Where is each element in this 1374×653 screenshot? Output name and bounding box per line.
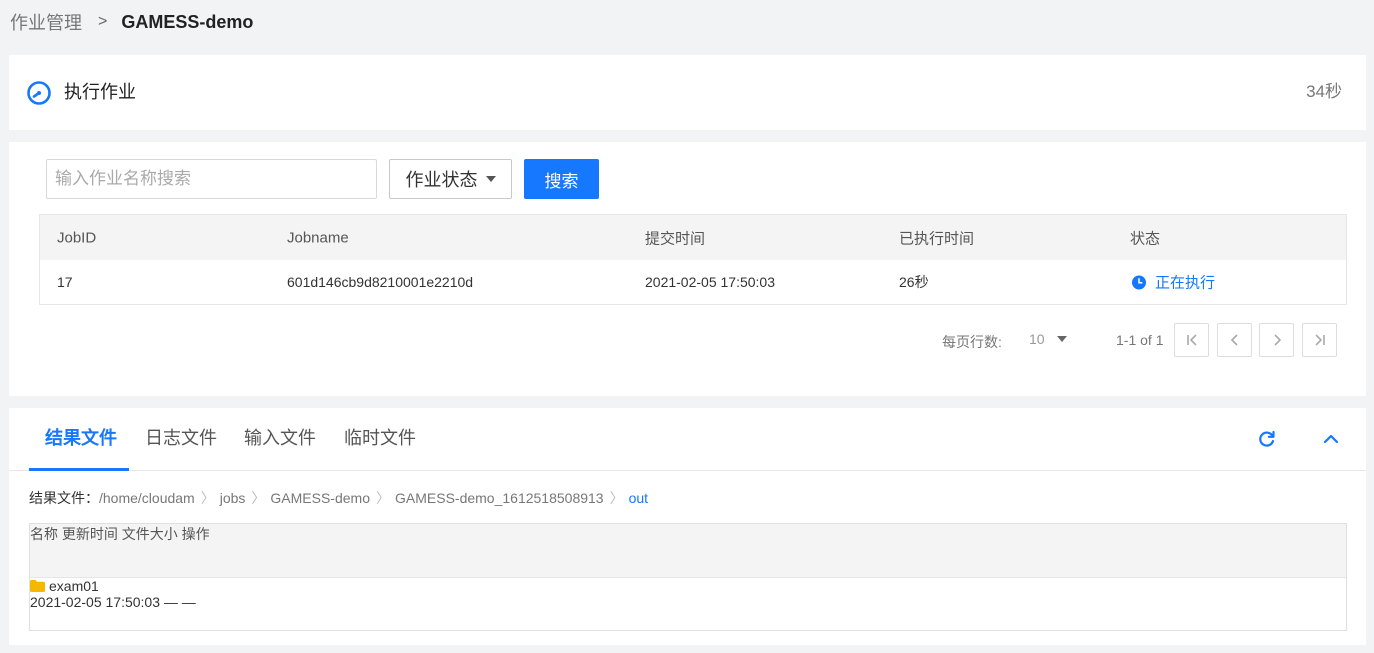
- first-page-icon: [1186, 334, 1197, 346]
- breadcrumb-current: GAMESS-demo: [121, 11, 254, 32]
- breadcrumb: 作业管理 > GAMESS-demo: [10, 10, 253, 34]
- job-status-label: 作业状态: [405, 170, 478, 190]
- rows-per-page-select[interactable]: 10: [1029, 331, 1067, 347]
- exec-title: 执行作业: [64, 82, 136, 102]
- clock-icon: [1132, 275, 1146, 289]
- job-submit-time: 2021-02-05 17:50:03: [645, 274, 775, 290]
- table-row[interactable]: exam01 2021-02-05 17:50:03 — —: [30, 578, 1346, 630]
- file-card: 结果文件 日志文件 输入文件 临时文件 结果文件： /home/cloudam …: [9, 408, 1366, 645]
- path-segment-current: out: [628, 490, 649, 506]
- refresh-icon[interactable]: [1257, 429, 1277, 449]
- job-name: 601d146cb9d8210001e2210d: [287, 274, 474, 290]
- file-name-cell[interactable]: exam01: [30, 578, 1346, 594]
- col-name: 名称: [30, 526, 58, 542]
- search-button[interactable]: 搜索: [524, 159, 599, 199]
- col-status: 状态: [1130, 230, 1161, 247]
- path-segment[interactable]: GAMESS-demo: [270, 490, 370, 506]
- file-size: —: [163, 594, 178, 610]
- chevron-right-icon: [1273, 334, 1281, 346]
- rows-per-page-value: 10: [1029, 331, 1045, 347]
- active-tab-indicator: [29, 468, 129, 471]
- chevron-up-icon[interactable]: [1321, 429, 1341, 449]
- exec-card: 执行作业 34秒: [9, 55, 1366, 130]
- tab-log-files[interactable]: 日志文件: [145, 427, 217, 449]
- job-status-select[interactable]: 作业状态: [389, 159, 512, 199]
- last-page-icon: [1314, 334, 1325, 346]
- rows-per-page-label: 每页行数:: [942, 334, 1002, 350]
- breadcrumb-separator: >: [98, 13, 108, 30]
- caret-down-icon: [1056, 336, 1067, 342]
- file-path-breadcrumb: 结果文件： /home/cloudam 〉 jobs 〉 GAMESS-demo…: [29, 488, 648, 508]
- exec-elapsed: 34秒: [1306, 82, 1342, 101]
- col-jobid: JobID: [57, 229, 97, 246]
- pagination: 每页行数: 10 1-1 of 1: [9, 323, 1366, 357]
- prev-page-button[interactable]: [1217, 323, 1252, 357]
- job-status: 正在执行: [1132, 272, 1215, 293]
- file-action: —: [181, 594, 196, 610]
- tab-input-files[interactable]: 输入文件: [244, 427, 316, 449]
- chevron-left-icon: [1230, 334, 1238, 346]
- page-range: 1-1 of 1: [1116, 332, 1164, 348]
- caret-down-icon: [485, 176, 496, 182]
- gauge-icon: [27, 81, 51, 105]
- job-table-header: JobID Jobname 提交时间 已执行时间 状态: [40, 215, 1346, 260]
- tab-result-files[interactable]: 结果文件: [45, 427, 117, 449]
- folder-icon: [30, 580, 45, 592]
- col-elapsed-time: 已执行时间: [899, 230, 975, 247]
- chevron-right-icon: 〉: [200, 490, 215, 506]
- first-page-button[interactable]: [1174, 323, 1209, 357]
- chevron-right-icon: 〉: [251, 490, 266, 506]
- path-segment[interactable]: jobs: [220, 490, 246, 506]
- file-table-header: 名称 更新时间 文件大小 操作: [30, 524, 1346, 578]
- path-segment[interactable]: /home/cloudam: [99, 490, 195, 506]
- col-size: 文件大小: [121, 526, 178, 542]
- file-tabs: 结果文件 日志文件 输入文件 临时文件: [9, 408, 1366, 471]
- col-jobname: Jobname: [287, 229, 349, 246]
- job-search-input[interactable]: [46, 159, 377, 199]
- job-elapsed-time: 26秒: [899, 274, 929, 290]
- job-card: 作业状态 搜索 JobID Jobname 提交时间 已执行时间 状态 17 6…: [9, 142, 1366, 396]
- next-page-button[interactable]: [1259, 323, 1294, 357]
- tab-temp-files[interactable]: 临时文件: [344, 427, 416, 449]
- last-page-button[interactable]: [1302, 323, 1337, 357]
- chevron-right-icon: 〉: [376, 490, 390, 506]
- path-label: 结果文件：: [29, 490, 99, 506]
- file-table: 名称 更新时间 文件大小 操作 exam01 2021-02-05 17:50:…: [29, 523, 1347, 631]
- path-segment[interactable]: GAMESS-demo_1612518508913: [395, 490, 604, 506]
- col-submit-time: 提交时间: [645, 230, 706, 247]
- job-table: JobID Jobname 提交时间 已执行时间 状态 17 601d146cb…: [39, 214, 1347, 305]
- job-status-text: 正在执行: [1155, 274, 1216, 292]
- col-updated: 更新时间: [61, 526, 118, 542]
- table-row[interactable]: 17 601d146cb9d8210001e2210d 2021-02-05 1…: [40, 260, 1346, 304]
- file-name: exam01: [49, 578, 99, 594]
- breadcrumb-root[interactable]: 作业管理: [10, 9, 82, 35]
- file-updated: 2021-02-05 17:50:03: [30, 594, 160, 610]
- chevron-right-icon: 〉: [609, 490, 624, 506]
- job-id: 17: [57, 274, 73, 290]
- col-actions: 操作: [181, 526, 210, 542]
